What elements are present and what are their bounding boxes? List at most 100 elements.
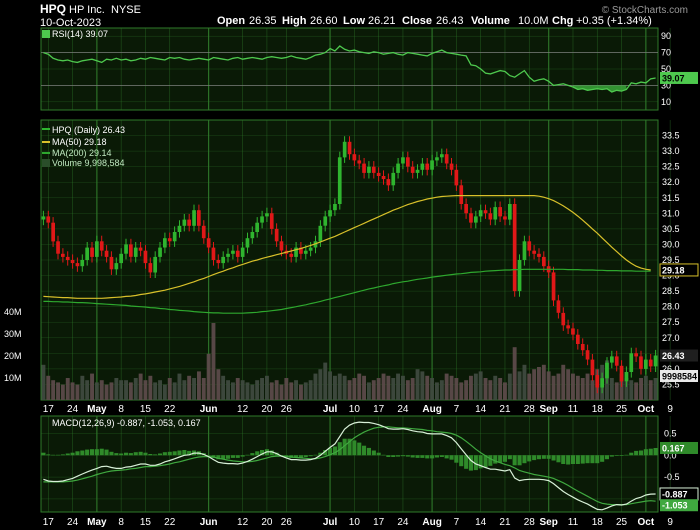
x-axis-label: 11 (568, 404, 579, 415)
volume-bar (133, 378, 138, 400)
volume-bar (337, 373, 342, 400)
candle-body (508, 204, 512, 220)
volume-bar (546, 371, 551, 400)
volume-bar (469, 375, 473, 400)
candle-body (566, 325, 570, 329)
macd-hist-bar (119, 453, 124, 456)
candle-body (192, 210, 196, 226)
volume-bar (551, 375, 556, 400)
macd-hist-bar (551, 455, 556, 461)
price-tick-label: 28.0 (662, 302, 680, 312)
volume-bar (182, 380, 187, 400)
candle-body (158, 247, 162, 257)
macd-hist-bar (430, 455, 435, 459)
candle-body (605, 362, 609, 379)
x-axis-label: 24 (67, 517, 79, 528)
macd-hist-bar (366, 447, 371, 456)
price-tick-label: 32.0 (662, 177, 680, 187)
candle-body (571, 328, 575, 335)
x-axis-label: 28 (524, 517, 536, 528)
candle-body (231, 250, 235, 254)
volume-label: Volume (471, 15, 510, 27)
x-axis-label: Sep (540, 517, 558, 528)
macd-hist-bar (595, 455, 600, 464)
candle-body (265, 213, 269, 217)
price-tick-label: 31.5 (662, 193, 680, 203)
volume-bar (571, 373, 575, 400)
volume-bar (464, 380, 469, 400)
price-tick-label: 31.0 (662, 208, 680, 218)
candle-body (469, 213, 473, 223)
volume-tag: 9998584 (662, 372, 697, 382)
candle-body (580, 344, 585, 351)
macd-hist-bar (371, 450, 376, 456)
macd-hist-bar (167, 451, 172, 456)
volume-bar (60, 384, 65, 400)
x-axis-label: 25 (616, 517, 628, 528)
price-tick-label: 27.5 (662, 317, 680, 327)
candle-body (138, 247, 143, 251)
volume-bar (483, 378, 488, 400)
candle-body (250, 232, 255, 239)
volume-bar (153, 382, 158, 400)
candle-body (269, 213, 274, 229)
candle-body (255, 222, 259, 232)
macd-hist-bar (172, 451, 177, 456)
x-axis-label: 21 (499, 404, 511, 415)
rsi-tick-label: 90 (661, 31, 671, 41)
hist-tag: 0.167 (662, 443, 685, 453)
rsi-legend-swatch (42, 30, 50, 38)
candle-body (561, 312, 566, 326)
macd-hist-bar (148, 454, 153, 456)
rsi-tick-label: 10 (661, 97, 671, 107)
macd-hist-bar (250, 453, 255, 456)
macd-hist-bar (634, 450, 639, 456)
x-axis-label: 14 (475, 517, 487, 528)
macd-hist-bar (459, 455, 464, 467)
macd-hist-bar (352, 440, 357, 456)
x-axis-label: 24 (397, 517, 409, 528)
macd-hist-bar (643, 449, 648, 456)
volume-bar (265, 375, 269, 400)
candle-body (206, 238, 211, 248)
volume-bar (216, 369, 221, 400)
macd-hist-bar (298, 455, 303, 458)
macd-hist-bar (624, 454, 629, 456)
candle-body (357, 160, 362, 164)
volume-bar (94, 382, 99, 400)
candle-body (323, 216, 328, 226)
macd-panel: 0.50.0-0.5-1.00.167-0.887-1.053 (40, 415, 699, 513)
candle-body (406, 157, 410, 167)
open-label: Open (217, 15, 245, 27)
candle-body (41, 216, 46, 220)
macd-hist-bar (245, 454, 250, 456)
x-axis-label: 21 (499, 517, 511, 528)
volume-bar (532, 369, 537, 400)
macd-hist-bar (80, 450, 85, 456)
volume-bar (396, 373, 400, 400)
ma50-tag: 29.18 (662, 265, 685, 275)
volume-tick-label: 10M (4, 373, 22, 383)
macd-hist-bar (600, 455, 605, 462)
candle-body (328, 210, 332, 217)
volume-bar (65, 378, 70, 400)
x-axis-label: 7 (454, 517, 460, 528)
x-axis-label: 24 (397, 404, 409, 415)
volume-bar (371, 380, 376, 400)
volume-bar (590, 380, 595, 400)
macd-hist-bar (546, 455, 551, 459)
volume-bar (643, 375, 648, 400)
candle-body (639, 356, 643, 369)
macd-hist-bar (415, 455, 420, 458)
candle-body (610, 356, 614, 363)
candle-body (503, 216, 507, 220)
macd-hist-bar (522, 455, 527, 464)
volume-bar (556, 373, 561, 400)
macd-tag: -0.887 (662, 489, 688, 499)
macd-hist-bar (507, 455, 512, 460)
macd-hist-bar (590, 455, 595, 464)
company-name: HP Inc. (69, 4, 105, 16)
volume-bar (401, 375, 405, 400)
x-axis-label: 17 (373, 517, 385, 528)
candle-body (70, 260, 75, 264)
